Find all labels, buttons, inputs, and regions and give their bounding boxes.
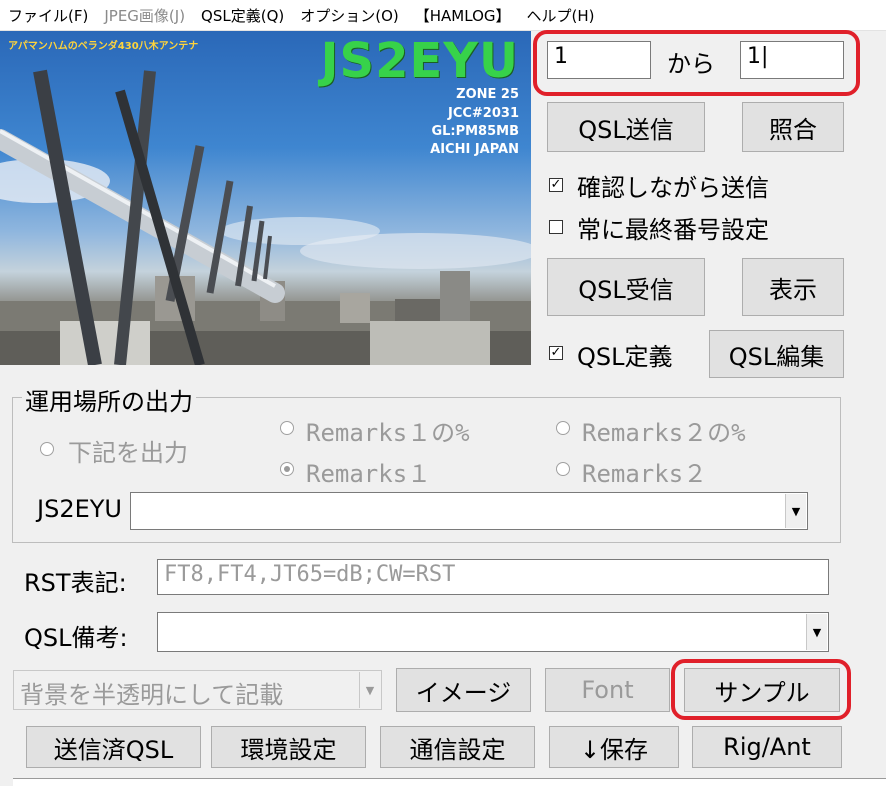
photo-grid-locator: GL:PM85MB	[431, 124, 519, 139]
qsl-definition-label: QSL定義	[577, 343, 673, 371]
save-button[interactable]: ↓保存	[549, 726, 679, 768]
operating-call-combo[interactable]: ▼	[130, 492, 808, 530]
photo-callsign: JS2EYU	[320, 33, 519, 89]
menu-help[interactable]: ヘルプ(H)	[519, 5, 603, 26]
operating-place-title: 運用場所の出力	[22, 382, 196, 417]
menu-qsl-definition[interactable]: QSL定義(Q)	[193, 5, 292, 26]
match-button[interactable]: 照合	[742, 102, 844, 152]
output-below-label: 下記を出力	[68, 439, 188, 467]
menu-hamlog[interactable]: 【HAMLOG】	[407, 5, 519, 26]
remarks2-percent-radio[interactable]	[556, 421, 570, 435]
chevron-down-icon[interactable]: ▼	[806, 614, 827, 650]
menu-jpeg-image[interactable]: JPEG画像(J)	[96, 5, 193, 26]
remarks2-radio[interactable]	[556, 462, 570, 476]
qsl-remarks-combo[interactable]: ▼	[157, 612, 829, 652]
display-button[interactable]: 表示	[742, 258, 844, 316]
photo-jcc: JCC#2031	[448, 106, 519, 121]
qsl-receive-button[interactable]: QSL受信	[547, 258, 705, 316]
menu-file[interactable]: ファイル(F)	[0, 5, 96, 26]
menu-options[interactable]: オプション(O)	[292, 5, 407, 26]
operating-call-label: JS2EYU	[37, 495, 122, 523]
qsl-send-button[interactable]: QSL送信	[547, 102, 705, 152]
remarks1-label: Remarks１	[306, 460, 432, 488]
remarks1-percent-label: Remarks１の%	[306, 419, 470, 447]
remarks1-percent-radio[interactable]	[280, 421, 294, 435]
font-button[interactable]: Font	[545, 668, 670, 712]
always-last-number-checkbox[interactable]	[549, 220, 563, 234]
photo-caption: アパマンハムのベランダ430八木アンテナ	[8, 41, 199, 52]
sample-highlight	[671, 659, 851, 720]
rst-notation-input[interactable]: FT8,FT4,JT65=dB;CW=RST	[157, 559, 829, 595]
background-mode-select[interactable]: 背景を半透明にして記載 ▼	[13, 670, 382, 710]
always-last-number-label: 常に最終番号設定	[577, 216, 769, 244]
qsl-remarks-label: QSL備考:	[24, 624, 128, 652]
qsl-card-preview: アパマンハムのベランダ430八木アンテナ JS2EYU ZONE 25 JCC#…	[0, 31, 531, 365]
qsl-edit-button[interactable]: QSL編集	[709, 330, 844, 378]
background-mode-value: 背景を半透明にして記載	[20, 681, 284, 709]
rig-ant-button[interactable]: Rig/Ant	[692, 726, 842, 768]
comm-settings-button[interactable]: 通信設定	[380, 726, 535, 768]
rst-label: RST表記:	[24, 569, 127, 597]
remarks1-radio[interactable]	[280, 462, 294, 476]
chevron-down-icon[interactable]: ▼	[785, 494, 806, 528]
remarks2-percent-label: Remarks２の%	[582, 419, 746, 447]
qsl-definition-checkbox[interactable]: ✓	[549, 346, 563, 360]
chevron-down-icon[interactable]: ▼	[359, 672, 380, 708]
menu-bar: ファイル(F) JPEG画像(J) QSL定義(Q) オプション(O) 【HAM…	[0, 0, 886, 31]
confirm-send-label: 確認しながら送信	[577, 174, 769, 202]
confirm-send-checkbox[interactable]: ✓	[549, 178, 563, 192]
output-below-radio[interactable]	[40, 442, 54, 456]
sent-qsl-button[interactable]: 送信済QSL	[26, 726, 201, 768]
photo-location: AICHI JAPAN	[430, 142, 519, 157]
range-highlight	[533, 30, 860, 96]
image-button[interactable]: イメージ	[396, 668, 531, 712]
env-settings-button[interactable]: 環境設定	[211, 726, 366, 768]
remarks2-label: Remarks２	[582, 460, 708, 488]
photo-zone: ZONE 25	[456, 87, 519, 102]
